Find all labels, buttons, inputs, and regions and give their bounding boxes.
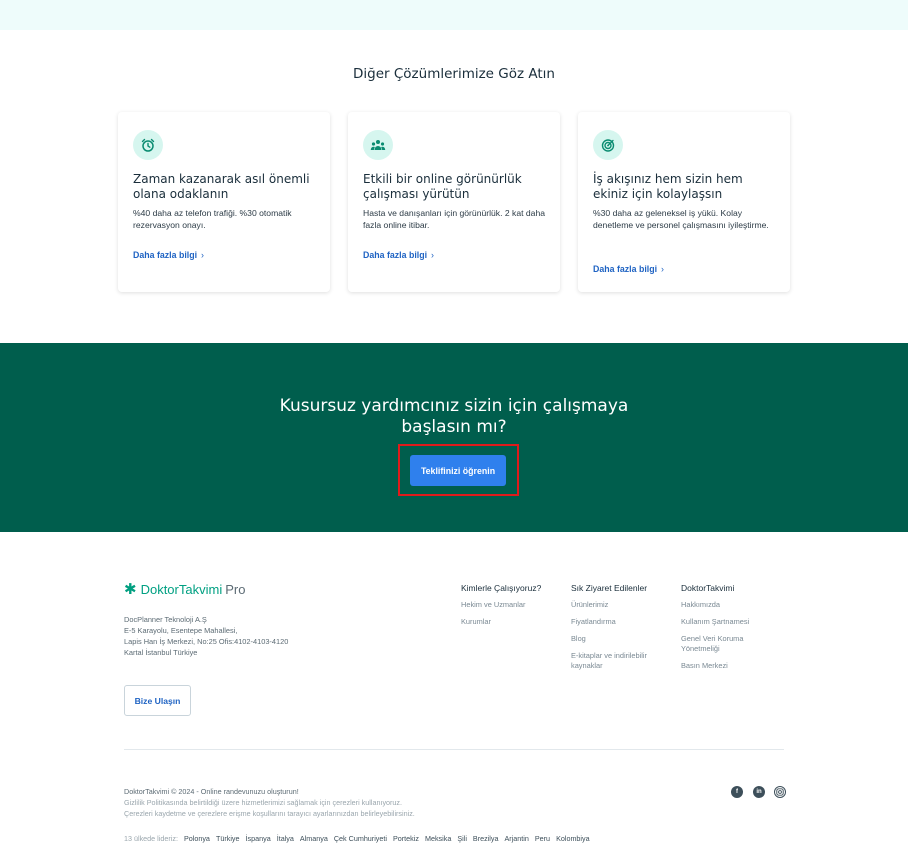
alarm-clock-icon bbox=[133, 130, 163, 160]
privacy-text: Çerezleri kaydetme ve çerezlere erişme k… bbox=[124, 809, 415, 818]
footer-column-heading: DoktorTakvimi bbox=[681, 583, 735, 593]
get-quote-button[interactable]: Teklifinizi öğrenin bbox=[410, 455, 506, 486]
copyright-text: DoktorTakvimi © 2024 - Online randevunuz… bbox=[124, 787, 299, 796]
country-link[interactable]: İspanya bbox=[246, 834, 271, 843]
copyright-block: DoktorTakvimi © 2024 - Online randevunuz… bbox=[124, 786, 415, 819]
country-link[interactable]: Peru bbox=[535, 834, 550, 843]
card-title: Zaman kazanarak asıl önemli olana odakla… bbox=[133, 172, 310, 201]
footer-link[interactable]: Fiyatlandırma bbox=[571, 617, 669, 627]
address-line: DocPlanner Teknoloji A.Ş bbox=[124, 615, 207, 624]
linkedin-icon[interactable]: in bbox=[753, 786, 765, 798]
country-link[interactable]: Arjantin bbox=[505, 834, 529, 843]
footer-link[interactable]: E-kitaplar ve indirilebilir kaynaklar bbox=[571, 651, 669, 671]
learn-more-link[interactable]: Daha fazla bilgi › bbox=[133, 250, 204, 260]
footer-link[interactable]: Hekim ve Uzmanlar bbox=[461, 600, 541, 610]
cta-title: Kusursuz yardımcınız sizin için çalışmay… bbox=[0, 396, 908, 438]
cta-banner: Kusursuz yardımcınız sizin için çalışmay… bbox=[0, 343, 908, 532]
learn-more-link[interactable]: Daha fazla bilgi › bbox=[593, 264, 664, 274]
country-link[interactable]: Kolombiya bbox=[556, 834, 590, 843]
chevron-right-icon: › bbox=[661, 264, 664, 274]
chevron-right-icon: › bbox=[431, 250, 434, 260]
country-link[interactable]: Şili bbox=[457, 834, 467, 843]
cta-title-line2: başlasın mı? bbox=[401, 417, 507, 437]
footer-column-popular: Sık Ziyaret Edilenler Ürünlerimiz Fiyatl… bbox=[571, 583, 669, 678]
country-link[interactable]: Almanya bbox=[300, 834, 328, 843]
card-text: %40 daha az telefon trafiği. %30 otomati… bbox=[133, 208, 292, 230]
country-link[interactable]: Türkiye bbox=[216, 834, 240, 843]
instagram-icon[interactable] bbox=[774, 786, 786, 798]
learn-more-link[interactable]: Daha fazla bilgi › bbox=[363, 250, 434, 260]
footer-link[interactable]: Hakkımızda bbox=[681, 600, 771, 610]
chevron-right-icon: › bbox=[201, 250, 204, 260]
address-line: Lapis Han İş Merkezi, No:25 Ofis:4102-41… bbox=[124, 637, 289, 646]
footer-link[interactable]: Blog bbox=[571, 634, 669, 644]
card-title: İş akışınız hem sizin hem ekiniz için ko… bbox=[593, 172, 743, 201]
address-line: Kartal İstanbul Türkiye bbox=[124, 648, 198, 657]
country-link[interactable]: Meksika bbox=[425, 834, 451, 843]
cta-title-line1: Kusursuz yardımcınız sizin için çalışmay… bbox=[279, 396, 629, 416]
countries-label: 13 ülkede lideriz: bbox=[124, 834, 178, 843]
facebook-icon[interactable]: f bbox=[731, 786, 743, 798]
privacy-text: Gizlilik Politikasında belirtildiği üzer… bbox=[124, 798, 403, 807]
target-icon bbox=[593, 130, 623, 160]
solution-card-time: Zaman kazanarak asıl önemli olana odakla… bbox=[118, 112, 330, 292]
footer-logo[interactable]: ✱ DoktorTakvimi Pro bbox=[124, 580, 245, 598]
country-link[interactable]: İtalya bbox=[277, 834, 294, 843]
section-title: Diğer Çözümlerimize Göz Atın bbox=[353, 66, 555, 82]
logo-brand-text: DoktorTakvimi bbox=[140, 581, 223, 597]
footer-column-who: Kimlerle Çalışıyoruz? Hekim ve Uzmanlar … bbox=[461, 583, 541, 634]
contact-us-button[interactable]: Bize Ulaşın bbox=[124, 685, 191, 716]
footer-link[interactable]: Ürünlerimiz bbox=[571, 600, 669, 610]
people-group-icon bbox=[363, 130, 393, 160]
solution-card-visibility: Etkili bir online görünürlük çalışması y… bbox=[348, 112, 560, 292]
country-link[interactable]: Portekiz bbox=[393, 834, 419, 843]
logo-suffix-text: Pro bbox=[225, 581, 246, 597]
card-text: %30 daha az geleneksel iş yükü. Kolay de… bbox=[593, 208, 769, 230]
logo-star-icon: ✱ bbox=[124, 581, 137, 598]
address-line: E-5 Karayolu, Esentepe Mahallesi, bbox=[124, 626, 238, 635]
footer-column-heading: Sık Ziyaret Edilenler bbox=[571, 583, 648, 593]
countries-list: 13 ülkede lideriz: Polonya Türkiye İspan… bbox=[124, 834, 590, 843]
footer-column-heading: Kimlerle Çalışıyoruz? bbox=[461, 583, 542, 593]
footer-divider bbox=[124, 749, 784, 750]
solution-card-workflow: İş akışınız hem sizin hem ekiniz için ko… bbox=[578, 112, 790, 292]
card-title: Etkili bir online görünürlük çalışması y… bbox=[363, 172, 522, 201]
footer-link[interactable]: Genel Veri Koruma Yönetmeliği bbox=[681, 634, 771, 654]
footer-column-company: DoktorTakvimi Hakkımızda Kullanım Şartna… bbox=[681, 583, 771, 678]
footer-link[interactable]: Basın Merkezi bbox=[681, 661, 771, 671]
footer-link[interactable]: Kullanım Şartnamesi bbox=[681, 617, 771, 627]
company-address: DocPlanner Teknoloji A.Ş E-5 Karayolu, E… bbox=[124, 614, 288, 658]
top-band bbox=[0, 0, 908, 30]
country-link[interactable]: Polonya bbox=[184, 834, 210, 843]
card-text: Hasta ve danışanları için görünürlük. 2 … bbox=[363, 208, 546, 230]
footer-link[interactable]: Kurumlar bbox=[461, 617, 541, 627]
country-link[interactable]: Çek Cumhuriyeti bbox=[334, 834, 387, 843]
country-link[interactable]: Brezilya bbox=[473, 834, 499, 843]
